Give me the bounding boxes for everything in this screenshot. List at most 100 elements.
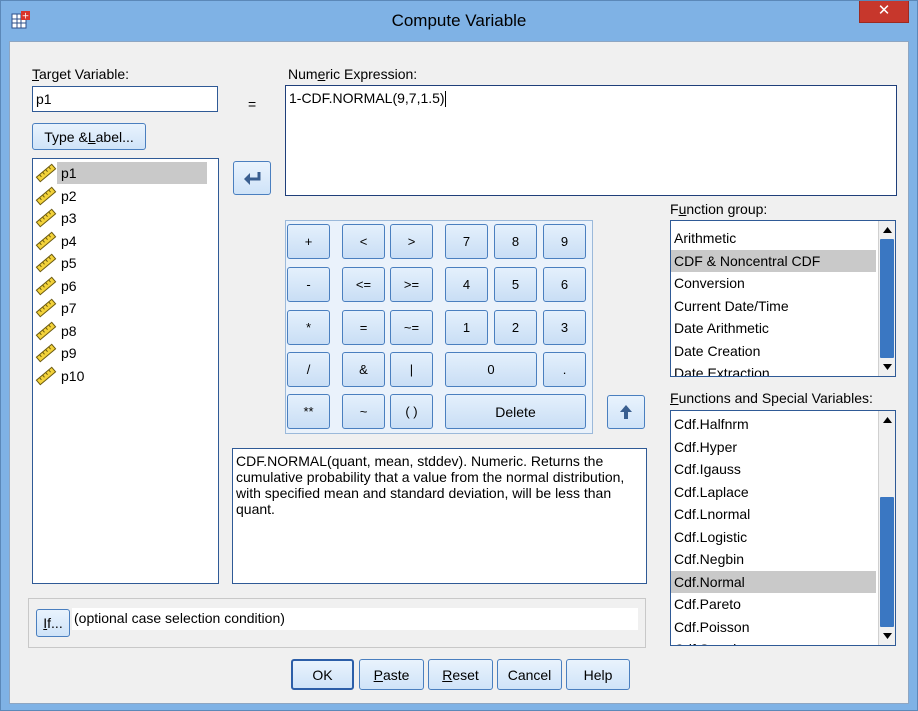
scale-ruler-icon — [35, 343, 57, 363]
key-4[interactable]: 4 — [445, 267, 488, 302]
scroll-thumb[interactable] — [880, 239, 894, 358]
function-item[interactable]: Cdf.Negbin — [671, 548, 876, 571]
key-8[interactable]: 8 — [494, 224, 537, 259]
compute-variable-window: + Compute Variable ✕ Target Variable: = … — [0, 0, 918, 711]
scale-ruler-icon — [35, 298, 57, 318]
function-group-scrollbar[interactable] — [878, 221, 895, 376]
key-delete[interactable]: Delete — [445, 394, 586, 429]
variable-name: p8 — [61, 322, 77, 339]
close-button[interactable]: ✕ — [859, 1, 909, 23]
key-greater-than[interactable]: > — [390, 224, 433, 259]
key-multiply[interactable]: * — [287, 310, 330, 345]
scroll-down-icon[interactable] — [879, 359, 895, 375]
help-button[interactable]: Help — [566, 659, 630, 690]
variable-name: p5 — [61, 255, 77, 272]
key-decimal-point[interactable]: . — [543, 352, 586, 387]
function-group-list[interactable]: Arithmetic CDF & Noncentral CDF Conversion… — [670, 220, 896, 377]
variable-item[interactable]: p2 — [33, 185, 218, 208]
function-group-item[interactable]: Date Extraction — [671, 362, 876, 376]
scroll-up-icon[interactable] — [879, 222, 895, 238]
function-item[interactable]: Cdf.Smod — [671, 638, 876, 645]
function-group-item[interactable]: CDF & Noncentral CDF — [671, 249, 876, 272]
variable-item[interactable]: p6 — [33, 275, 218, 298]
function-item[interactable]: Cdf.Halfnrm — [671, 413, 876, 436]
text-caret — [444, 91, 446, 108]
key-not-equal[interactable]: ~= — [390, 310, 433, 345]
key-divide[interactable]: / — [287, 352, 330, 387]
key-1[interactable]: 1 — [445, 310, 488, 345]
variable-item[interactable]: p10 — [33, 365, 218, 388]
key-equals[interactable]: = — [342, 310, 385, 345]
variable-name: p10 — [61, 367, 85, 384]
function-description: CDF.NORMAL(quant, mean, stddev). Numeric… — [232, 448, 647, 584]
return-arrow-icon — [244, 172, 261, 185]
target-variable-label: Target Variable: — [32, 66, 130, 82]
if-button[interactable]: If... — [36, 609, 70, 637]
variable-list[interactable]: p1 p2 p3 p4 p5 p6 p7 p8 p9 p10 — [32, 158, 219, 584]
function-group-item[interactable]: Conversion — [671, 272, 876, 295]
key-less-equal[interactable]: <= — [342, 267, 385, 302]
key-less-than[interactable]: < — [342, 224, 385, 259]
key-5[interactable]: 5 — [494, 267, 537, 302]
variable-name: p3 — [61, 210, 77, 227]
functions-list[interactable]: Cdf.Halfnrm Cdf.Hyper Cdf.Igauss Cdf.Laplac… — [670, 410, 896, 646]
key-plus[interactable]: + — [287, 224, 330, 259]
variable-item[interactable]: p8 — [33, 320, 218, 343]
function-item[interactable]: Cdf.Pareto — [671, 593, 876, 616]
variable-name: p4 — [61, 232, 77, 249]
function-item[interactable]: Cdf.Logistic — [671, 526, 876, 549]
target-variable-input[interactable] — [32, 86, 218, 112]
scroll-down-icon[interactable] — [879, 628, 895, 644]
function-group-item[interactable]: Date Arithmetic — [671, 317, 876, 340]
key-2[interactable]: 2 — [494, 310, 537, 345]
function-item[interactable]: Cdf.Laplace — [671, 481, 876, 504]
scale-ruler-icon — [35, 208, 57, 228]
scroll-up-icon[interactable] — [879, 412, 895, 428]
function-item[interactable]: Cdf.Igauss — [671, 458, 876, 481]
key-or[interactable]: | — [390, 352, 433, 387]
cancel-button[interactable]: Cancel — [497, 659, 562, 690]
title-bar[interactable]: + Compute Variable ✕ — [1, 1, 917, 41]
functions-scrollbar[interactable] — [878, 411, 895, 645]
function-group-item[interactable]: Date Creation — [671, 340, 876, 363]
variable-item[interactable]: p9 — [33, 342, 218, 365]
move-to-expression-button[interactable] — [233, 161, 271, 195]
up-arrow-icon — [620, 405, 632, 419]
key-greater-equal[interactable]: >= — [390, 267, 433, 302]
ok-button[interactable]: OK — [291, 659, 354, 690]
function-item[interactable]: Cdf.Hyper — [671, 436, 876, 459]
numeric-expression-textarea[interactable]: 1-CDF.NORMAL(9,7,1.5) — [285, 85, 897, 196]
calculator-keypad: + < > 7 8 9 - <= >= 4 5 6 * = ~= 1 2 3 /… — [285, 220, 593, 434]
variable-item[interactable]: p1 — [33, 162, 218, 185]
key-7[interactable]: 7 — [445, 224, 488, 259]
key-and[interactable]: & — [342, 352, 385, 387]
function-item[interactable]: Cdf.Poisson — [671, 616, 876, 639]
function-group-item[interactable]: Arithmetic — [671, 227, 876, 250]
key-minus[interactable]: - — [287, 267, 330, 302]
key-not[interactable]: ~ — [342, 394, 385, 429]
function-group-label: Function group: — [670, 201, 768, 217]
key-6[interactable]: 6 — [543, 267, 586, 302]
variable-name: p7 — [61, 300, 77, 317]
variable-item[interactable]: p5 — [33, 252, 218, 275]
key-9[interactable]: 9 — [543, 224, 586, 259]
variable-name: p9 — [61, 345, 77, 362]
key-3[interactable]: 3 — [543, 310, 586, 345]
variable-name: p1 — [57, 162, 207, 185]
key-0[interactable]: 0 — [445, 352, 537, 387]
variable-item[interactable]: p7 — [33, 297, 218, 320]
paste-button[interactable]: Paste — [359, 659, 424, 690]
key-power[interactable]: ** — [287, 394, 330, 429]
reset-button[interactable]: Reset — [428, 659, 493, 690]
variable-item[interactable]: p3 — [33, 207, 218, 230]
type-label-button[interactable]: Type & Label... — [32, 123, 146, 150]
functions-label: Functions and Special Variables: — [670, 390, 873, 406]
scale-ruler-icon — [35, 163, 57, 183]
insert-function-button[interactable] — [607, 395, 645, 429]
variable-item[interactable]: p4 — [33, 230, 218, 253]
function-item[interactable]: Cdf.Lnormal — [671, 503, 876, 526]
function-item[interactable]: Cdf.Normal — [671, 570, 876, 593]
function-group-item[interactable]: Current Date/Time — [671, 295, 876, 318]
scroll-thumb[interactable] — [880, 497, 894, 627]
key-parentheses[interactable]: ( ) — [390, 394, 433, 429]
